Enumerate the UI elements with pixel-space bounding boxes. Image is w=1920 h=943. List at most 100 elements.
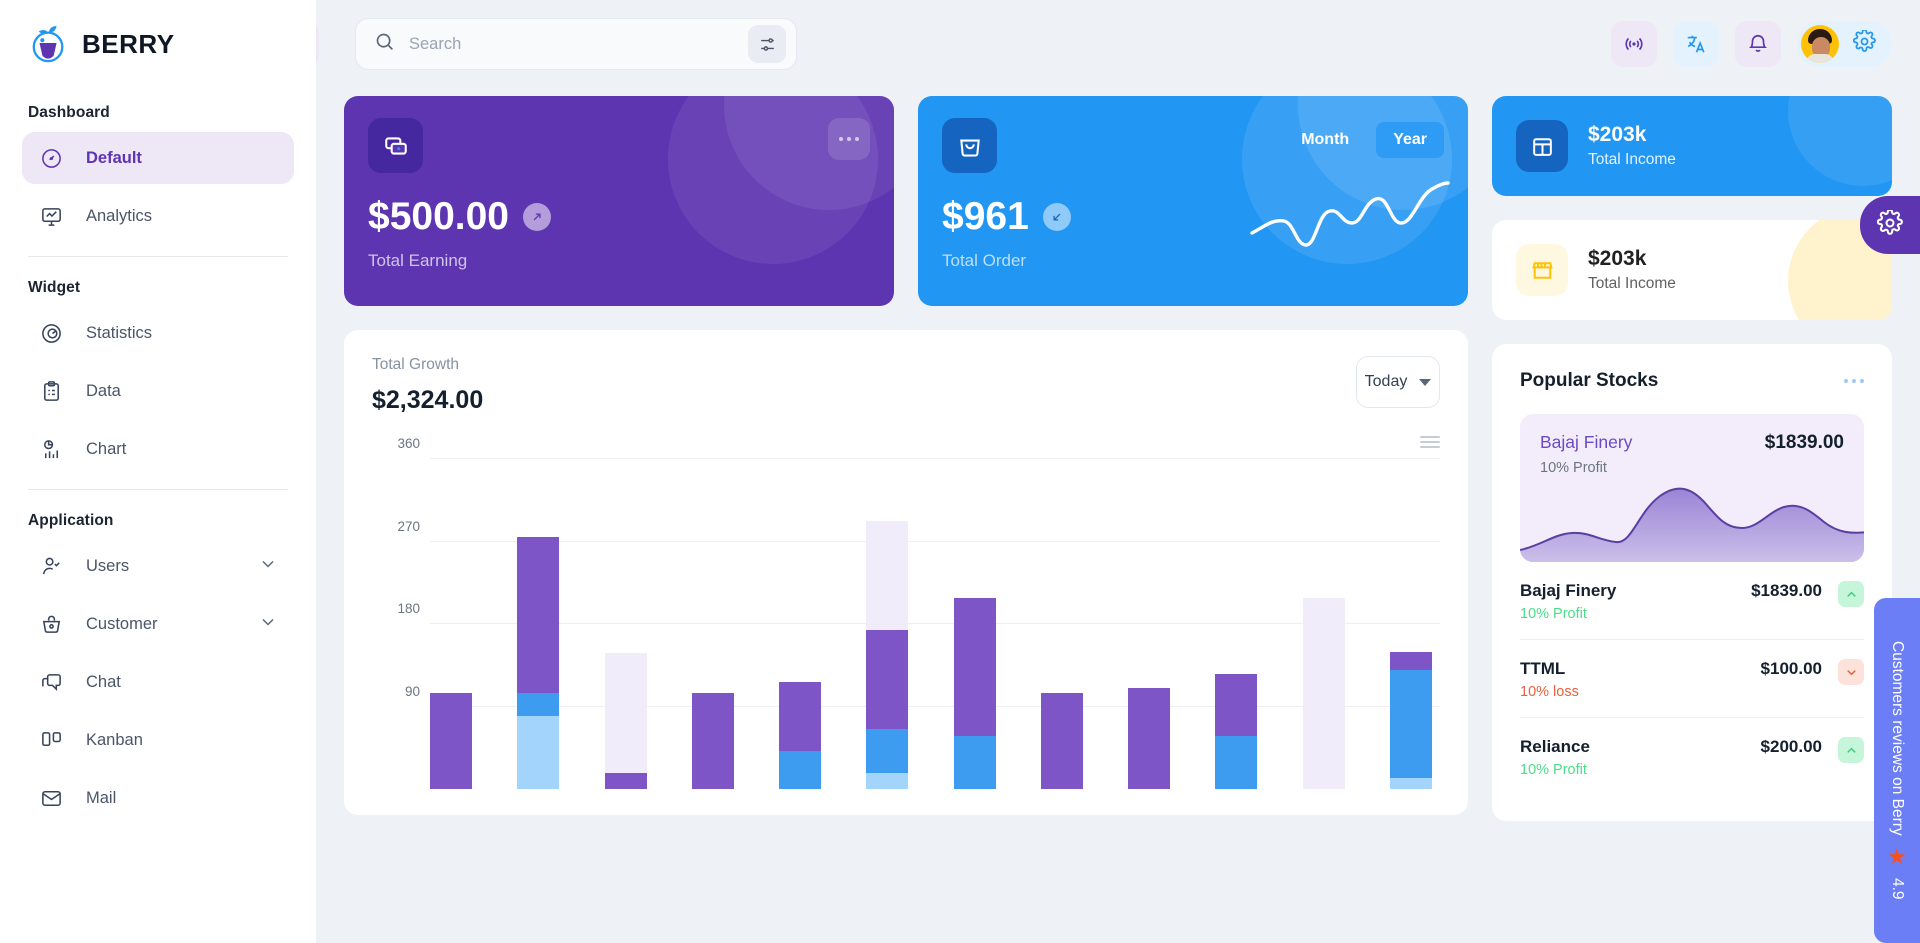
total-growth-panel: Total Growth $2,324.00 Today 360 270 180 90 xyxy=(344,330,1468,815)
sidebar-item-users[interactable]: Users xyxy=(22,540,294,592)
stock-price: $100.00 xyxy=(1760,659,1822,678)
list-item[interactable]: Reliance 10% Profit $200.00 xyxy=(1520,718,1864,795)
bar-group[interactable] xyxy=(430,459,472,789)
summary-cards: $500.00 Total Earning Month Year $961 To… xyxy=(344,96,1468,306)
total-income-card-white[interactable]: $203k Total Income xyxy=(1492,220,1892,320)
featured-stock-price: $1839.00 xyxy=(1764,432,1844,453)
sidebar-item-label: Kanban xyxy=(86,730,143,749)
profile-menu[interactable] xyxy=(1797,21,1892,67)
bar-group[interactable] xyxy=(517,459,560,789)
sidebar-item-label: Data xyxy=(86,381,121,400)
bar-group[interactable] xyxy=(604,459,647,789)
mail-icon xyxy=(38,785,64,811)
content: $500.00 Total Earning Month Year $961 To… xyxy=(316,88,1920,821)
bar-segment xyxy=(691,692,734,789)
page-title: Popular Stocks xyxy=(1520,370,1659,391)
bar-group[interactable] xyxy=(953,459,996,789)
bar-segment xyxy=(1215,735,1258,789)
wallet-cards-icon xyxy=(368,118,423,173)
settings-fab[interactable] xyxy=(1860,196,1920,254)
filter-sliders-icon[interactable] xyxy=(748,25,786,63)
featured-stock-card[interactable]: Bajaj Finery $1839.00 10% Profit xyxy=(1520,414,1864,562)
bar-segment xyxy=(953,735,996,789)
translate-icon[interactable] xyxy=(1673,21,1719,67)
period-select[interactable]: Today xyxy=(1356,356,1440,408)
more-options-icon[interactable] xyxy=(1844,379,1864,383)
period-select-value: Today xyxy=(1364,373,1408,390)
chat-icon xyxy=(38,669,64,695)
toggle-month[interactable]: Month xyxy=(1284,122,1366,158)
bar-segment xyxy=(866,772,909,789)
data-icon xyxy=(38,378,64,404)
customer-reviews-tab[interactable]: Customers reviews on Berry ★ 4.9 xyxy=(1874,598,1920,943)
bar-group[interactable] xyxy=(1215,459,1258,789)
bar-group[interactable] xyxy=(691,459,734,789)
bar-segment xyxy=(517,715,560,789)
bar-segment xyxy=(1040,692,1083,789)
featured-stock-name: Bajaj Finery xyxy=(1540,432,1633,452)
bar-group[interactable] xyxy=(1302,459,1345,789)
gear-icon[interactable] xyxy=(1852,28,1876,58)
search-bar[interactable] xyxy=(355,18,797,70)
list-item[interactable]: Bajaj Finery 10% Profit $1839.00 xyxy=(1520,562,1864,640)
list-item[interactable]: TTML 10% loss $100.00 xyxy=(1520,640,1864,718)
period-toggle[interactable]: Month Year xyxy=(1284,122,1444,158)
star-icon: ★ xyxy=(1887,844,1907,870)
stock-price: $200.00 xyxy=(1760,737,1822,756)
toggle-year[interactable]: Year xyxy=(1376,122,1444,158)
total-earning-card[interactable]: $500.00 Total Earning xyxy=(344,96,894,306)
sidebar-item-default[interactable]: Default xyxy=(22,132,294,184)
notification-bell-icon[interactable] xyxy=(1735,21,1781,67)
sidebar-item-data[interactable]: Data xyxy=(22,365,294,417)
sidebar-item-statistics[interactable]: Statistics xyxy=(22,307,294,359)
broadcast-icon[interactable] xyxy=(1611,21,1657,67)
shop-awning-icon xyxy=(1516,244,1568,296)
income-label: Total Income xyxy=(1588,275,1676,292)
sidebar-item-kanban[interactable]: Kanban xyxy=(22,714,294,766)
sidebar-item-chart[interactable]: Chart xyxy=(22,423,294,475)
bar-segment xyxy=(866,728,909,773)
sidebar-nav: Dashboard Default Analytics Widget Stati… xyxy=(0,88,316,824)
total-income-card-blue[interactable]: $203k Total Income xyxy=(1492,96,1892,196)
left-column: $500.00 Total Earning Month Year $961 To… xyxy=(344,96,1468,821)
income-amount: $203k xyxy=(1588,247,1647,270)
bar-group[interactable] xyxy=(866,459,909,789)
storefront-icon xyxy=(1516,120,1568,172)
growth-header: Total Growth $2,324.00 Today xyxy=(372,356,1440,415)
brand[interactable]: BERRY xyxy=(0,0,316,88)
income-amount: $203k xyxy=(1588,123,1647,146)
sidebar-item-customer[interactable]: Customer xyxy=(22,598,294,650)
bar-group[interactable] xyxy=(1389,459,1432,789)
search-input[interactable] xyxy=(409,34,734,54)
y-axis-tick: 270 xyxy=(397,518,420,534)
stock-name: TTML xyxy=(1520,659,1566,678)
total-earning-amount: $500.00 xyxy=(368,195,509,238)
bar-segment xyxy=(1389,778,1432,789)
sidebar-item-analytics[interactable]: Analytics xyxy=(22,190,294,242)
chevron-up-icon xyxy=(1838,581,1864,607)
nav-caption-widget: Widget xyxy=(28,279,81,296)
bar-group[interactable] xyxy=(1040,459,1083,789)
bar-segment xyxy=(866,521,909,630)
y-axis-tick: 180 xyxy=(397,601,420,616)
total-order-card[interactable]: Month Year $961 Total Order xyxy=(918,96,1468,306)
nav-caption-application: Application xyxy=(28,512,114,529)
chart-menu-icon[interactable] xyxy=(1420,433,1440,451)
sidebar-item-chat[interactable]: Chat xyxy=(22,656,294,708)
stocks-header: Popular Stocks xyxy=(1520,370,1864,392)
sidebar-item-mail[interactable]: Mail xyxy=(22,772,294,824)
sidebar-item-label: Analytics xyxy=(86,206,153,225)
chevron-up-icon xyxy=(1838,737,1864,763)
more-options-icon[interactable] xyxy=(828,118,870,160)
bar-group[interactable] xyxy=(779,459,822,789)
chevron-down-icon[interactable] xyxy=(258,612,278,637)
search-icon xyxy=(374,31,395,57)
reviews-rating: 4.9 xyxy=(1889,878,1906,900)
trend-down-icon xyxy=(1042,203,1071,231)
chevron-down-icon[interactable] xyxy=(258,554,278,579)
featured-stock-area-chart xyxy=(1520,476,1864,562)
gear-icon xyxy=(1876,208,1903,241)
bar-group[interactable] xyxy=(1128,459,1171,789)
total-order-amount: $961 xyxy=(942,195,1029,238)
topbar-actions xyxy=(1611,21,1892,67)
